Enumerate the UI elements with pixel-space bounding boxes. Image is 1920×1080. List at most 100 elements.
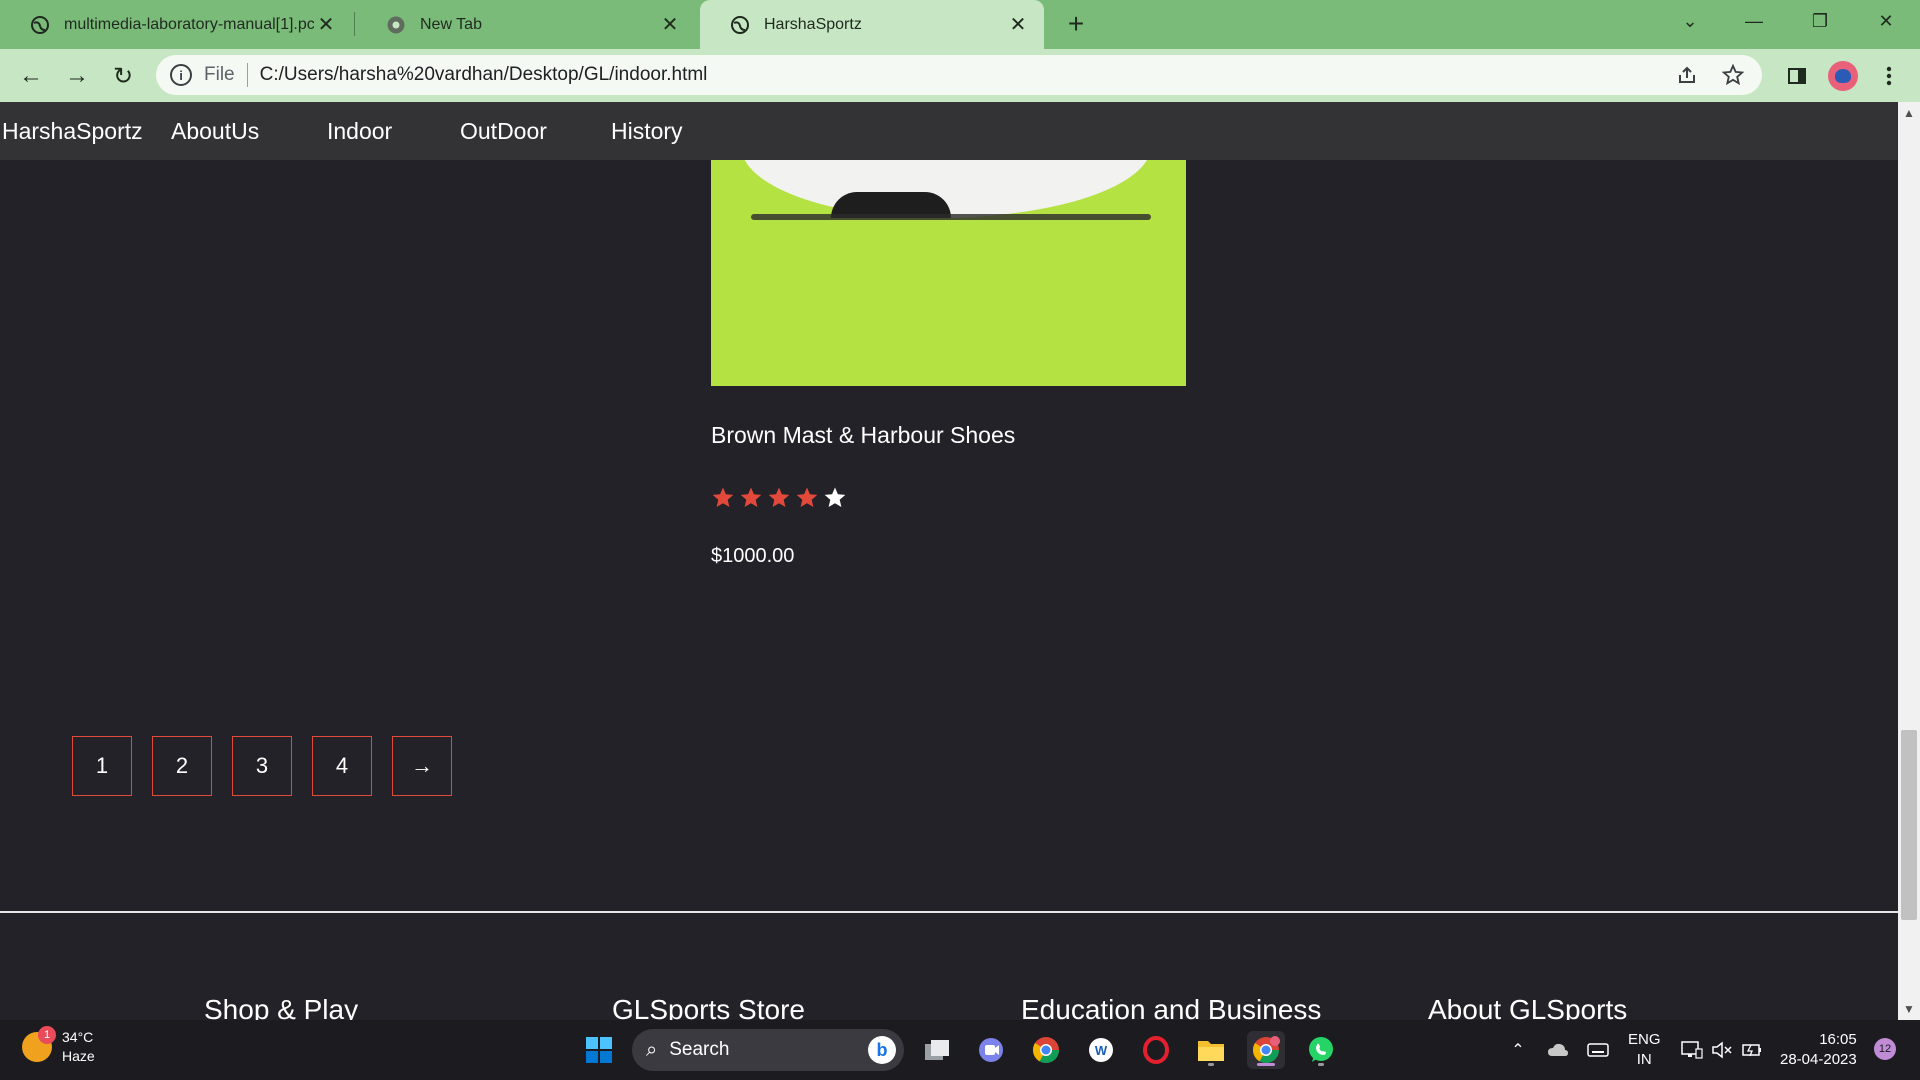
close-tab-icon[interactable]: ✕ — [1006, 13, 1030, 37]
volume-muted-icon[interactable] — [1710, 1038, 1734, 1062]
info-icon[interactable]: i — [170, 64, 192, 86]
nav-link-history[interactable]: History — [611, 118, 683, 145]
notification-badge[interactable]: 12 — [1874, 1038, 1896, 1060]
tab-search-icon[interactable]: ⌄ — [1660, 0, 1720, 42]
bing-icon[interactable]: b — [868, 1036, 896, 1064]
windows-taskbar: 1 34°C Haze ⌕ Search b W ⌃ ENG IN 16:05 … — [0, 1020, 1920, 1080]
share-icon[interactable] — [1670, 58, 1704, 92]
battery-icon[interactable] — [1740, 1038, 1764, 1062]
teams-icon[interactable] — [972, 1031, 1010, 1069]
footer-divider — [0, 911, 1898, 913]
new-tab-button[interactable]: + — [1060, 8, 1092, 40]
product-price: $1000.00 — [711, 545, 795, 567]
rating-stars — [711, 486, 847, 510]
menu-icon[interactable] — [1872, 59, 1906, 93]
active-indicator — [1257, 1063, 1275, 1066]
page-2-button[interactable]: 2 — [152, 736, 212, 796]
close-tab-icon[interactable]: ✕ — [658, 13, 682, 37]
url-text[interactable]: C:/Users/harsha%20vardhan/Desktop/GL/ind… — [260, 64, 1670, 86]
scroll-thumb[interactable] — [1901, 730, 1917, 920]
page-viewport: HarshaSportz AboutUs Indoor OutDoor Hist… — [0, 102, 1898, 1020]
tab-divider — [354, 12, 355, 36]
scroll-up-icon[interactable]: ▲ — [1902, 106, 1916, 120]
onedrive-icon[interactable] — [1546, 1038, 1570, 1062]
restore-button[interactable]: ❐ — [1790, 0, 1850, 42]
site-navbar: HarshaSportz AboutUs Indoor OutDoor Hist… — [0, 102, 1898, 160]
side-panel-icon[interactable] — [1780, 59, 1814, 93]
star-filled-icon — [796, 487, 818, 507]
weather-haze-icon: 1 — [22, 1026, 56, 1062]
footer-heading-education: Education and Business — [1021, 994, 1322, 1020]
product-image[interactable] — [711, 160, 1186, 386]
region-code: IN — [1636, 1051, 1652, 1068]
forward-button[interactable]: → — [60, 59, 94, 93]
chevron-up-icon[interactable]: ⌃ — [1506, 1038, 1530, 1062]
page-3-button[interactable]: 3 — [232, 736, 292, 796]
globe-icon — [30, 15, 50, 35]
window-close-button[interactable]: ✕ — [1856, 0, 1916, 42]
close-tab-icon[interactable]: ✕ — [314, 13, 338, 37]
star-filled-icon — [740, 487, 762, 507]
star-icon[interactable] — [1716, 58, 1750, 92]
tab-strip: multimedia-laboratory-manual[1].pc ✕ New… — [0, 0, 1920, 49]
profile-avatar[interactable] — [1828, 61, 1858, 91]
product-name[interactable]: Brown Mast & Harbour Shoes — [711, 422, 1015, 449]
chrome-active-icon[interactable] — [1247, 1031, 1285, 1069]
word-icon[interactable]: W — [1082, 1031, 1120, 1069]
tab-new-tab[interactable]: New Tab ✕ — [356, 0, 696, 49]
star-empty-icon — [824, 487, 846, 507]
page-4-button[interactable]: 4 — [312, 736, 372, 796]
back-button[interactable]: ← — [14, 59, 48, 93]
task-view-icon[interactable] — [918, 1031, 956, 1069]
running-indicator — [1318, 1063, 1324, 1066]
shoe-outsole — [751, 214, 1151, 220]
nav-link-aboutus[interactable]: AboutUs — [171, 118, 259, 145]
search-label: Search — [669, 1039, 730, 1060]
chrome-icon — [386, 15, 406, 35]
footer-heading-store: GLSports Store — [612, 994, 805, 1020]
tab-title: HarshaSportz — [764, 15, 862, 33]
next-page-button[interactable]: → — [392, 736, 452, 796]
globe-icon — [730, 15, 750, 35]
weather-condition: Haze — [62, 1048, 95, 1064]
minimize-button[interactable]: — — [1724, 0, 1784, 42]
clock[interactable]: 16:05 28-04-2023 — [1780, 1030, 1857, 1070]
chrome-icon[interactable] — [1027, 1031, 1065, 1069]
star-filled-icon — [712, 487, 734, 507]
svg-text:W: W — [1095, 1043, 1108, 1058]
weather-temp: 34°C — [62, 1029, 94, 1045]
star-filled-icon — [768, 487, 790, 507]
scroll-down-icon[interactable]: ▼ — [1902, 1002, 1916, 1016]
tab-title: New Tab — [420, 15, 482, 33]
omnibox-divider — [246, 63, 248, 87]
weather-widget[interactable]: 1 34°C Haze — [22, 1026, 95, 1066]
tab-harshasportz[interactable]: HarshaSportz ✕ — [700, 0, 1044, 49]
search-icon: ⌕ — [646, 1038, 658, 1061]
keyboard-icon[interactable] — [1586, 1038, 1610, 1062]
scheme-label: File — [204, 64, 235, 85]
language-indicator[interactable]: ENG IN — [1628, 1030, 1661, 1070]
language-code: ENG — [1628, 1031, 1661, 1048]
pagination: 1 2 3 4 → — [72, 736, 452, 796]
whatsapp-icon[interactable] — [1302, 1031, 1340, 1069]
tab-title: multimedia-laboratory-manual[1].pc — [64, 15, 314, 33]
weather-badge: 1 — [38, 1026, 56, 1044]
browser-toolbar: ← → ↻ i File C:/Users/harsha%20vardhan/D… — [0, 49, 1920, 102]
start-icon[interactable] — [580, 1031, 618, 1069]
nav-link-outdoor[interactable]: OutDoor — [460, 118, 547, 145]
page-scrollbar[interactable]: ▲ ▼ — [1898, 102, 1920, 1020]
site-brand[interactable]: HarshaSportz — [2, 118, 143, 145]
opera-icon[interactable] — [1137, 1031, 1175, 1069]
reload-button[interactable]: ↻ — [106, 59, 140, 93]
tab-pdf[interactable]: multimedia-laboratory-manual[1].pc ✕ — [0, 0, 352, 49]
running-indicator — [1208, 1063, 1214, 1066]
taskbar-search[interactable]: ⌕ Search b — [632, 1029, 904, 1071]
page-1-button[interactable]: 1 — [72, 736, 132, 796]
address-bar[interactable]: i File C:/Users/harsha%20vardhan/Desktop… — [156, 55, 1762, 95]
file-explorer-icon[interactable] — [1192, 1031, 1230, 1069]
clock-time: 16:05 — [1819, 1031, 1857, 1048]
weather-text: 34°C Haze — [62, 1028, 95, 1066]
footer-heading-shop: Shop & Play — [204, 994, 359, 1020]
nav-link-indoor[interactable]: Indoor — [327, 118, 392, 145]
network-icon[interactable] — [1680, 1038, 1704, 1062]
